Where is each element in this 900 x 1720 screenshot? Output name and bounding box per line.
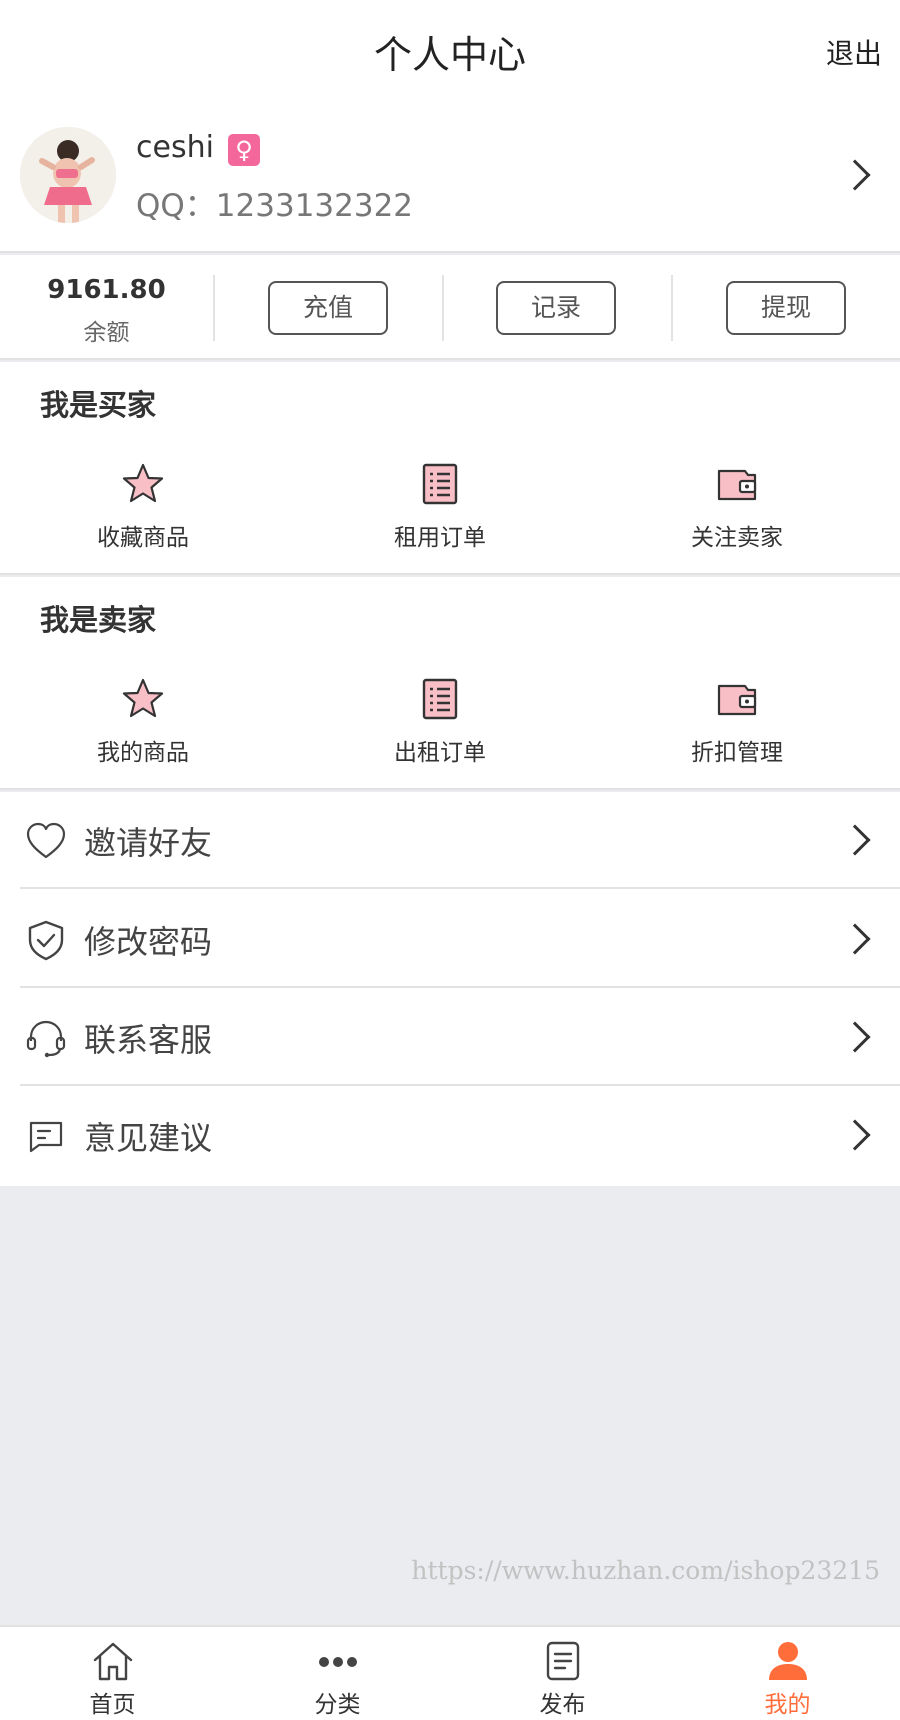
favorite-goods-item[interactable]: 收藏商品 <box>53 462 233 552</box>
withdraw-button[interactable]: 提现 <box>726 281 846 335</box>
section-title: 我是买家 <box>40 388 157 422</box>
document-icon <box>546 1641 579 1681</box>
grid-item-label: 我的商品 <box>97 740 189 766</box>
wallet-icon <box>717 469 757 501</box>
chevron-right-icon <box>839 923 871 955</box>
tab-home[interactable]: 首页 <box>0 1627 225 1720</box>
recharge-button[interactable]: 充值 <box>268 281 388 335</box>
female-icon: ♀ <box>228 134 260 166</box>
grid-item-label: 关注卖家 <box>691 525 783 551</box>
grid-item-label: 折扣管理 <box>691 740 783 766</box>
header: 个人中心 退出 <box>0 0 900 100</box>
menu-item-change-password[interactable]: 修改密码 <box>20 891 900 988</box>
tab-label: 我的 <box>764 1692 811 1718</box>
shield-check-icon <box>28 920 64 961</box>
user-icon <box>768 1642 807 1680</box>
chevron-right-icon <box>839 824 871 856</box>
list-icon <box>422 678 458 720</box>
records-button[interactable]: 记录 <box>496 281 616 335</box>
divider <box>442 275 444 341</box>
balance-bar: 9161.80 余额 充值 记录 提现 <box>0 255 900 360</box>
buyer-section: 我是买家 收藏商品 租用订单 关注卖家 <box>0 362 900 575</box>
page: 个人中心 退出 ceshi ♀ QQ：1233132322 9161.80 余额… <box>0 0 900 1720</box>
menu-item-invite-friends[interactable]: 邀请好友 <box>20 792 900 889</box>
menu-item-label: 联系客服 <box>84 1021 213 1059</box>
divider <box>213 275 215 341</box>
discount-management-item[interactable]: 折扣管理 <box>647 677 827 767</box>
bottom-tab-bar: 首页 分类 发布 我的 <box>0 1625 900 1720</box>
menu-item-feedback[interactable]: 意见建议 <box>20 1087 900 1184</box>
home-icon <box>93 1642 132 1681</box>
headset-icon <box>26 1020 66 1058</box>
star-icon <box>122 463 164 503</box>
avatar[interactable] <box>20 127 116 223</box>
menu-item-label: 意见建议 <box>84 1119 213 1157</box>
lease-orders-item[interactable]: 出租订单 <box>350 677 530 767</box>
chevron-right-icon <box>839 1119 871 1151</box>
profile-card[interactable]: ceshi ♀ QQ：1233132322 <box>0 100 900 253</box>
grid-item-label: 出租订单 <box>394 740 486 766</box>
star-icon <box>122 678 164 718</box>
follow-sellers-item[interactable]: 关注卖家 <box>647 462 827 552</box>
menu-item-contact-support[interactable]: 联系客服 <box>20 989 900 1086</box>
settings-menu: 邀请好友 修改密码 联系客服 意见建议 <box>0 792 900 1186</box>
section-title: 我是卖家 <box>40 603 157 637</box>
qq-number: QQ：1233132322 <box>136 188 414 224</box>
tab-mine[interactable]: 我的 <box>675 1627 900 1720</box>
grid-item-label: 收藏商品 <box>97 525 189 551</box>
tab-label: 分类 <box>314 1692 361 1718</box>
tab-label: 首页 <box>89 1692 136 1718</box>
chevron-right-icon[interactable] <box>839 159 871 191</box>
logout-button[interactable]: 退出 <box>826 32 882 72</box>
tab-publish[interactable]: 发布 <box>450 1627 675 1720</box>
menu-item-label: 修改密码 <box>84 923 213 961</box>
tab-category[interactable]: 分类 <box>225 1627 450 1720</box>
rental-orders-item[interactable]: 租用订单 <box>350 462 530 552</box>
page-title: 个人中心 <box>373 33 526 77</box>
message-icon <box>29 1121 63 1153</box>
balance-label: 余额 <box>83 320 130 346</box>
seller-section: 我是卖家 我的商品 出租订单 折扣管理 <box>0 577 900 790</box>
menu-item-label: 邀请好友 <box>84 824 213 862</box>
grid-item-label: 租用订单 <box>394 525 486 551</box>
heart-icon <box>26 822 66 859</box>
balance-amount: 9161.80 <box>47 275 166 305</box>
divider <box>671 275 673 341</box>
my-goods-item[interactable]: 我的商品 <box>53 677 233 767</box>
username: ceshi <box>136 130 214 165</box>
watermark: https://www.huzhan.com/ishop23215 <box>411 1556 880 1585</box>
dots-icon <box>318 1657 357 1667</box>
tab-label: 发布 <box>539 1692 586 1718</box>
wallet-icon <box>717 684 757 716</box>
chevron-right-icon <box>839 1021 871 1053</box>
list-icon <box>422 463 458 505</box>
